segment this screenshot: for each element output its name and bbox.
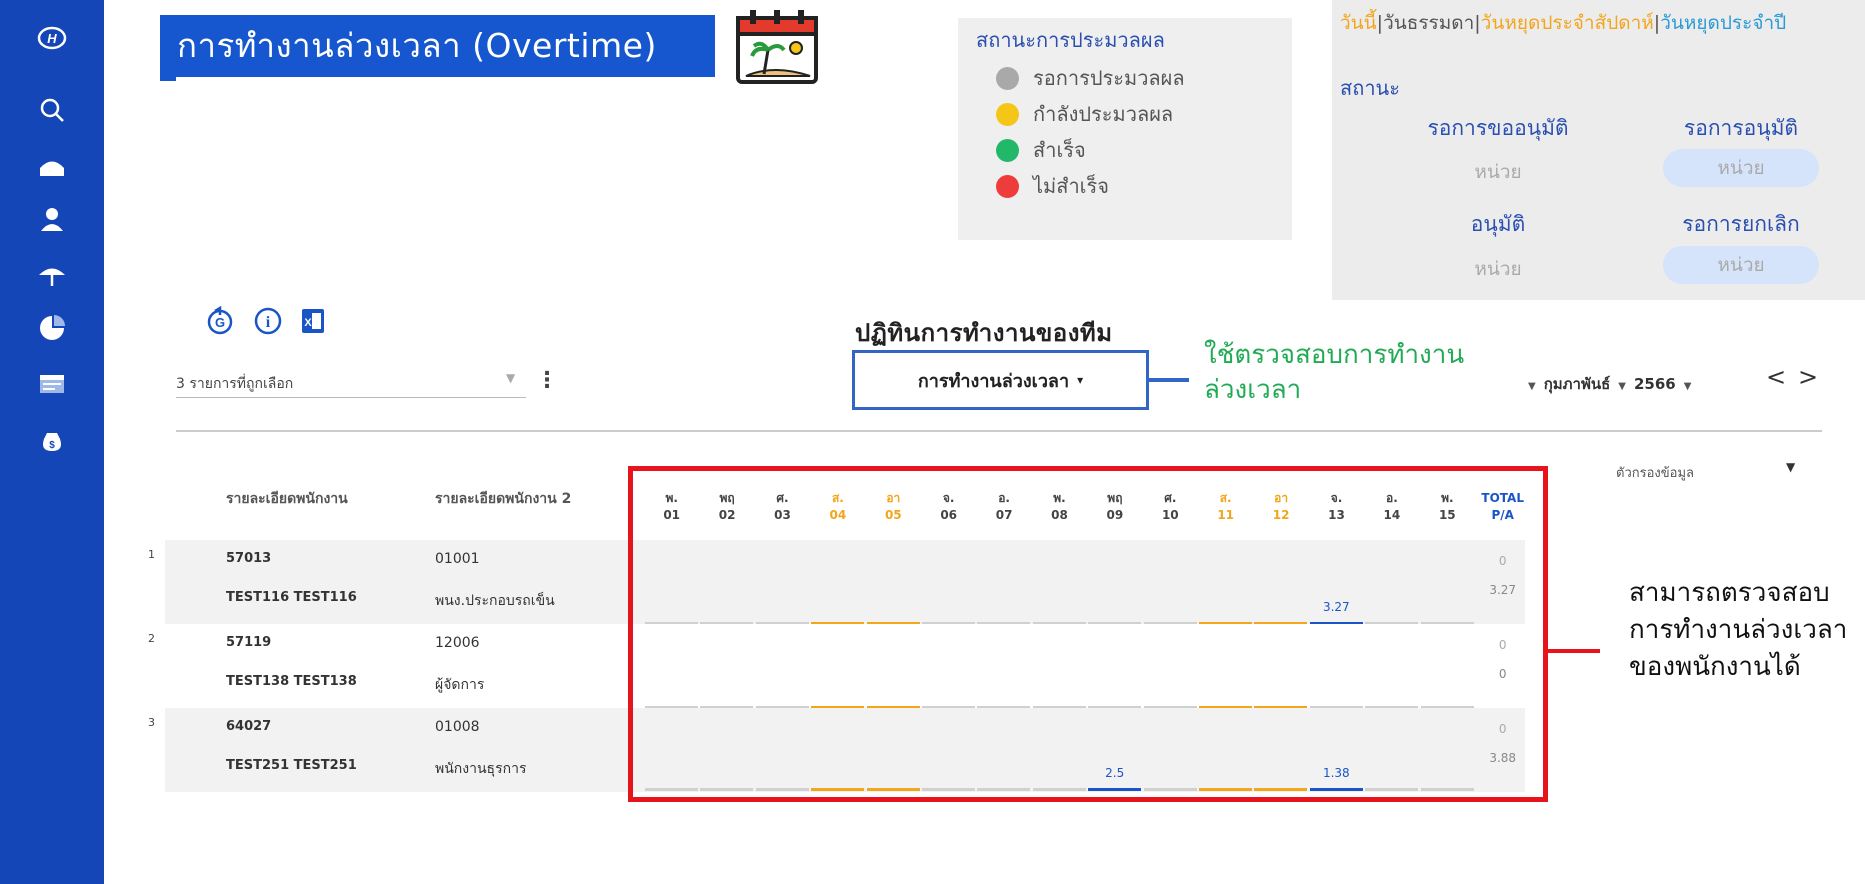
employee-name[interactable]: TEST251 TEST251 xyxy=(226,758,357,773)
employee-code: 12006 xyxy=(435,635,480,651)
day-type-annual-holiday: วันหยุดประจำปี xyxy=(1660,12,1787,34)
status-legend-title: สถานะการประมวลผล xyxy=(976,28,1165,52)
employee-code: 01001 xyxy=(435,551,480,567)
legend-label: กำลังประมวลผล xyxy=(1033,102,1174,126)
svg-text:X: X xyxy=(304,317,312,329)
selected-items-select[interactable]: 3 รายการที่ถูกเลือก xyxy=(176,373,293,395)
page-title: การทำงานล่วงเวลา (Overtime) xyxy=(160,15,715,77)
title-accent xyxy=(160,76,176,81)
employee-position: ผู้จัดการ xyxy=(435,677,485,693)
team-calendar-title: ปฏิทินการทำงานของทีม xyxy=(855,319,1113,347)
next-month-button[interactable]: > xyxy=(1798,363,1818,391)
data-filter-select[interactable]: ตัวกรองข้อมูล xyxy=(1616,462,1694,483)
home-icon[interactable] xyxy=(32,146,72,186)
legend-label: สำเร็จ xyxy=(1033,138,1086,162)
legend-label: ไม่สำเร็จ xyxy=(1033,174,1109,198)
caret-down-icon[interactable]: ▼ xyxy=(1618,381,1626,392)
year-select[interactable]: 2566 xyxy=(1634,375,1676,393)
refresh-icon[interactable]: G xyxy=(205,305,235,336)
callout-line: ล่วงเวลา xyxy=(1204,375,1302,405)
employee-position: พนักงานธุรการ xyxy=(435,761,527,777)
caret-down-icon[interactable]: ▼ xyxy=(506,371,515,385)
pending-approval-unit[interactable]: หน่วย xyxy=(1663,149,1819,187)
overtime-callout: สามารถตรวจสอบ การทำงานล่วงเวลา ของพนักงา… xyxy=(1629,575,1865,686)
pending-request-unit: หน่วย xyxy=(1474,161,1522,183)
legend-label: รอการประมวลผล xyxy=(1033,66,1185,90)
pending-cancel-label: รอการยกเลิก xyxy=(1682,212,1800,236)
employee-position: พนง.ประกอบรถเข็น xyxy=(435,593,555,609)
approved-unit: หน่วย xyxy=(1474,258,1522,280)
status-dot xyxy=(996,138,1019,162)
period-selector: ▼ กุมภาพันธ์ ▼ 2566 ▼ xyxy=(1520,372,1699,396)
status-dot xyxy=(996,102,1019,126)
row-number: 2 xyxy=(148,632,155,645)
holiday-calendar-icon xyxy=(734,6,820,86)
overtime-highlight-box xyxy=(628,466,1548,802)
legend-item: กำลังประมวลผล xyxy=(996,99,1173,129)
highlight-connector xyxy=(1548,649,1600,653)
state-label: สถานะ xyxy=(1340,76,1400,100)
excel-export-icon[interactable]: X xyxy=(298,306,328,336)
column-header-employee: รายละเอียดพนักงาน xyxy=(226,491,348,507)
svg-text:G: G xyxy=(215,315,225,330)
svg-text:H: H xyxy=(47,31,57,46)
sidebar: H $ xyxy=(0,0,104,884)
day-type-legend: วันนี้|วันธรรมดา|วันหยุดประจำสัปดาห์|วัน… xyxy=(1340,10,1860,37)
calendar-type-value: การทำงานล่วงเวลา xyxy=(917,370,1070,392)
employee-name[interactable]: TEST116 TEST116 xyxy=(226,590,357,605)
legend-item: ไม่สำเร็จ xyxy=(996,171,1109,201)
payslip-icon[interactable] xyxy=(32,364,72,404)
user-icon[interactable] xyxy=(32,200,72,240)
employee-id[interactable]: 64027 xyxy=(226,719,271,734)
search-icon[interactable] xyxy=(32,90,72,130)
caret-down-icon[interactable]: ▼ xyxy=(1786,460,1795,474)
approved-label: อนุมัติ xyxy=(1470,212,1526,236)
column-header-employee-2: รายละเอียดพนักงาน 2 xyxy=(435,491,572,507)
info-icon[interactable]: i xyxy=(253,306,283,336)
row-number: 1 xyxy=(148,548,155,561)
day-type-weekly-holiday: วันหยุดประจำสัปดาห์ xyxy=(1480,12,1654,34)
more-options-icon[interactable]: ⋮ xyxy=(536,368,558,393)
select-underline xyxy=(176,397,526,398)
employee-name[interactable]: TEST138 TEST138 xyxy=(226,674,357,689)
caret-down-icon: ▾ xyxy=(1077,373,1084,387)
caret-down-icon[interactable]: ▼ xyxy=(1684,381,1692,392)
pie-chart-icon[interactable] xyxy=(32,308,72,348)
pending-cancel-unit[interactable]: หน่วย xyxy=(1663,246,1819,284)
callout-connector xyxy=(1149,378,1189,382)
month-select[interactable]: กุมภาพันธ์ xyxy=(1544,375,1611,393)
callout-line: ใช้ตรวจสอบการทำงาน xyxy=(1204,340,1465,370)
svg-text:$: $ xyxy=(49,440,55,451)
status-dot xyxy=(996,174,1019,198)
dropdown-callout: ใช้ตรวจสอบการทำงาน ล่วงเวลา xyxy=(1204,338,1504,408)
pending-request-label: รอการขออนุมัติ xyxy=(1427,116,1569,140)
day-type-today: วันนี้ xyxy=(1340,12,1377,34)
money-bag-icon[interactable]: $ xyxy=(32,420,72,460)
callout-line: สามารถตรวจสอบ xyxy=(1629,578,1830,608)
prev-month-button[interactable]: < xyxy=(1766,363,1786,391)
brand-logo-icon[interactable]: H xyxy=(32,18,72,58)
umbrella-icon[interactable] xyxy=(32,255,72,295)
employee-id[interactable]: 57119 xyxy=(226,635,271,650)
employee-id[interactable]: 57013 xyxy=(226,551,271,566)
legend-item: สำเร็จ xyxy=(996,135,1086,165)
day-type-weekday: วันธรรมดา xyxy=(1383,12,1475,34)
svg-text:i: i xyxy=(266,314,271,331)
employee-code: 01008 xyxy=(435,719,480,735)
callout-line: การทำงานล่วงเวลา xyxy=(1629,615,1848,645)
callout-line: ของพนักงานได้ xyxy=(1629,652,1801,682)
calendar-type-dropdown[interactable]: การทำงานล่วงเวลา ▾ xyxy=(852,350,1149,410)
pending-approval-label: รอการอนุมัติ xyxy=(1683,116,1799,140)
status-dot xyxy=(996,66,1019,90)
legend-item: รอการประมวลผล xyxy=(996,63,1185,93)
divider xyxy=(176,430,1822,432)
caret-down-icon[interactable]: ▼ xyxy=(1528,381,1536,392)
row-number: 3 xyxy=(148,716,155,729)
